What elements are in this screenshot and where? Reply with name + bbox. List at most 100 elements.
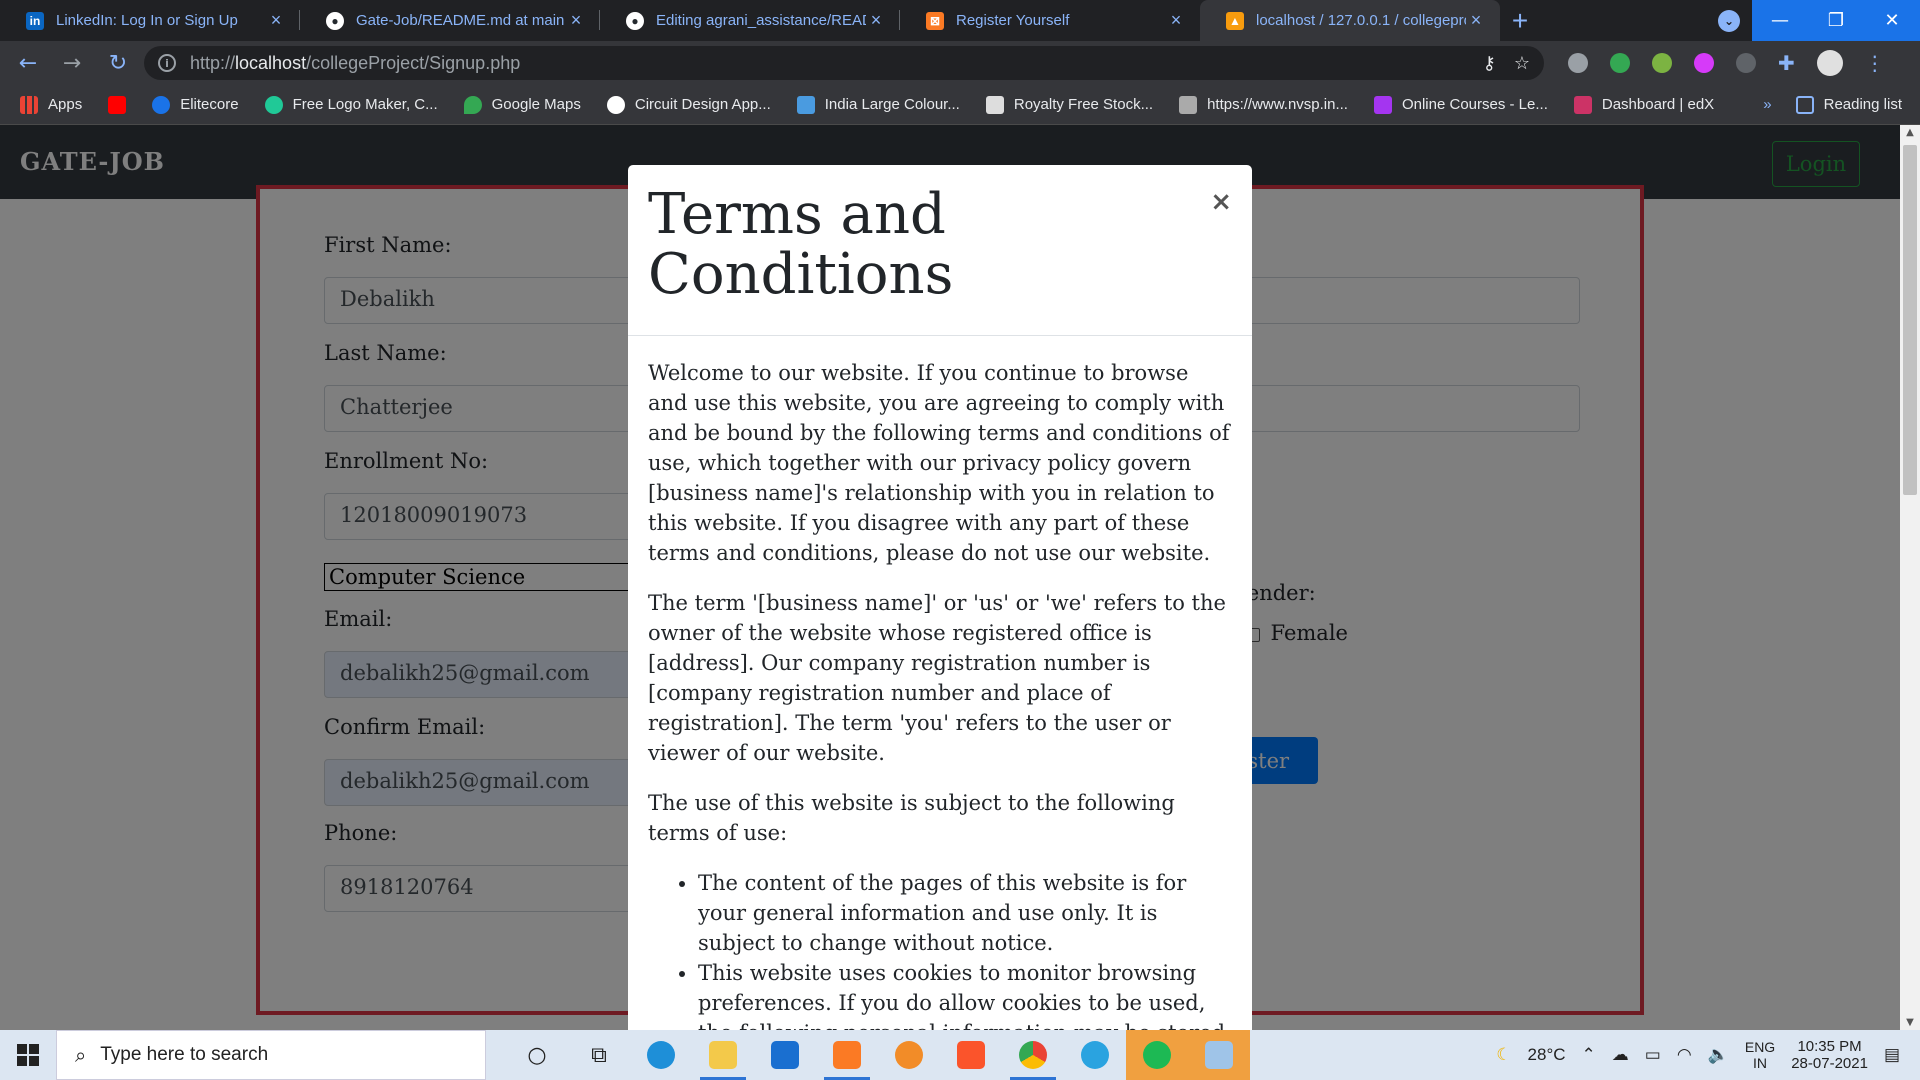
terms-list-item: The content of the pages of this website… — [698, 868, 1232, 958]
key-icon[interactable]: ⚷ — [1483, 53, 1496, 74]
mail-icon[interactable] — [754, 1030, 816, 1080]
close-icon[interactable]: × — [1210, 187, 1232, 217]
task-view-icon[interactable]: ⧉ — [568, 1030, 630, 1080]
taskbar-apps: ○ ⧉ — [506, 1030, 1250, 1080]
reading-list-button[interactable]: Reading list — [1795, 95, 1902, 114]
windows-taskbar: ⌕ Type here to search ○ ⧉ ☾ 28°C ⌃ ☁ ▭ ◠… — [0, 1030, 1920, 1080]
tab-strip: in LinkedIn: Log In or Sign Up × ● Gate-… — [0, 0, 1920, 41]
close-tab-icon[interactable]: × — [1466, 10, 1486, 31]
extension-icon[interactable] — [1568, 53, 1588, 73]
bookmark-label: Free Logo Maker, C... — [292, 96, 438, 113]
avatar[interactable] — [1816, 50, 1843, 76]
forward-button[interactable]: → — [54, 45, 90, 81]
telegram-icon[interactable] — [1064, 1030, 1126, 1080]
logo-maker-icon — [264, 95, 283, 114]
bookmark-circuit[interactable]: Circuit Design App... — [606, 95, 771, 114]
extension-icon[interactable] — [1736, 53, 1756, 73]
tab-title: LinkedIn: Log In or Sign Up — [56, 12, 238, 29]
close-tab-icon[interactable]: × — [866, 10, 886, 31]
address-bar[interactable]: i http://localhost/collegeProject/Signup… — [144, 46, 1544, 80]
app-icon[interactable] — [878, 1030, 940, 1080]
bookmark-edx[interactable]: Dashboard | edX — [1573, 95, 1715, 114]
chrome-icon[interactable] — [1002, 1030, 1064, 1080]
url-host: localhost — [235, 52, 307, 73]
menu-dots-icon[interactable]: ⋮ — [1865, 51, 1885, 75]
bookmark-star-icon[interactable]: ☆ — [1514, 53, 1530, 74]
battery-icon[interactable]: ▭ — [1645, 1045, 1661, 1065]
bookmark-label: Dashboard | edX — [1601, 96, 1715, 113]
file-explorer-icon[interactable] — [692, 1030, 754, 1080]
nvsp-icon — [1179, 95, 1198, 114]
minimize-button[interactable]: — — [1752, 0, 1808, 41]
terms-paragraph: The use of this website is subject to th… — [648, 791, 1175, 845]
bookmark-royalty-free[interactable]: Royalty Free Stock... — [985, 95, 1153, 114]
restore-button[interactable]: ❐ — [1808, 0, 1864, 41]
scroll-down-icon[interactable]: ▼ — [1900, 1017, 1920, 1028]
stock-icon — [985, 95, 1004, 114]
close-tab-icon[interactable]: × — [266, 10, 286, 31]
bookmark-apps[interactable]: Apps — [20, 95, 83, 114]
more-bookmarks-icon[interactable]: » — [1763, 96, 1771, 113]
tab-title: Register Yourself — [956, 12, 1070, 29]
notifications-icon[interactable]: ▤ — [1884, 1045, 1900, 1065]
brave-icon[interactable] — [940, 1030, 1002, 1080]
edge-icon[interactable] — [630, 1030, 692, 1080]
udemy-icon — [1373, 95, 1392, 114]
clock[interactable]: 10:35 PM 28-07-2021 — [1791, 1038, 1868, 1072]
bookmark-youtube[interactable] — [108, 95, 127, 114]
weather-temp[interactable]: 28°C — [1528, 1045, 1566, 1065]
bookmark-google-maps[interactable]: Google Maps — [463, 95, 581, 114]
puzzle-icon[interactable]: ✚ — [1778, 51, 1795, 75]
onedrive-icon[interactable]: ☁ — [1612, 1045, 1629, 1065]
window-controls: — ❐ ✕ — [1752, 0, 1920, 41]
elitecore-icon — [152, 95, 171, 114]
page-scrollbar[interactable]: ▲ ▼ — [1900, 125, 1920, 1030]
modal-header: Terms and Conditions × — [628, 165, 1252, 336]
bookmark-label: Circuit Design App... — [634, 96, 771, 113]
bookmark-label: Elitecore — [180, 96, 239, 113]
bookmark-label: India Large Colour... — [824, 96, 960, 113]
bookmark-label: Apps — [48, 96, 83, 113]
linkedin-icon: in — [26, 11, 44, 30]
xampp-icon[interactable] — [816, 1030, 878, 1080]
extension-icon[interactable] — [1652, 53, 1672, 73]
lang-top: ENG — [1744, 1039, 1776, 1055]
tab-github-editing[interactable]: ● Editing agrani_assistance/READM × — [600, 0, 900, 41]
extensions-area: ✚ ⋮ — [1568, 50, 1885, 76]
terms-paragraph: Welcome to our website. If you continue … — [648, 361, 1230, 565]
bookmark-udemy[interactable]: Online Courses - Le... — [1373, 95, 1548, 114]
bookmark-logo-maker[interactable]: Free Logo Maker, C... — [264, 95, 438, 114]
tab-search-icon[interactable]: ⌄ — [1718, 10, 1740, 32]
taskbar-search[interactable]: ⌕ Type here to search — [56, 1030, 486, 1080]
wifi-icon[interactable]: ◠ — [1677, 1045, 1692, 1065]
back-button[interactable]: ← — [10, 45, 46, 81]
bookmark-label: Online Courses - Le... — [1401, 96, 1548, 113]
extension-icon[interactable] — [1694, 53, 1714, 73]
cortana-icon[interactable]: ○ — [506, 1030, 568, 1080]
tab-phpmyadmin[interactable]: ▲ localhost / 127.0.0.1 / collegepro × — [1200, 0, 1500, 41]
start-button[interactable] — [0, 1030, 56, 1080]
close-tab-icon[interactable]: × — [1166, 10, 1186, 31]
new-tab-button[interactable]: + — [1500, 0, 1540, 41]
bookmark-elitecore[interactable]: Elitecore — [152, 95, 239, 114]
reload-button[interactable]: ↻ — [100, 45, 136, 81]
search-icon: ⌕ — [75, 1043, 87, 1067]
tab-register-yourself[interactable]: ⊠ Register Yourself × — [900, 0, 1200, 41]
tab-github-readme[interactable]: ● Gate-Job/README.md at main · [ × — [300, 0, 600, 41]
close-window-button[interactable]: ✕ — [1864, 0, 1920, 41]
edx-icon — [1573, 95, 1592, 114]
scroll-up-icon[interactable]: ▲ — [1900, 127, 1920, 138]
volume-icon[interactable]: 🔈 — [1708, 1045, 1729, 1065]
modal-title: Terms and Conditions — [648, 182, 954, 307]
bookmark-india-map[interactable]: India Large Colour... — [796, 95, 960, 114]
extension-icon[interactable] — [1610, 53, 1630, 73]
tab-linkedin[interactable]: in LinkedIn: Log In or Sign Up × — [0, 0, 300, 41]
language-indicator[interactable]: ENG IN — [1745, 1039, 1775, 1071]
chevron-up-icon[interactable]: ⌃ — [1582, 1045, 1596, 1065]
site-info-icon[interactable]: i — [158, 54, 176, 72]
scrollbar-thumb[interactable] — [1903, 145, 1917, 495]
notepad-icon[interactable] — [1188, 1030, 1250, 1080]
spotify-icon[interactable] — [1126, 1030, 1188, 1080]
close-tab-icon[interactable]: × — [566, 10, 586, 31]
bookmark-nvsp[interactable]: https://www.nvsp.in... — [1179, 95, 1348, 114]
